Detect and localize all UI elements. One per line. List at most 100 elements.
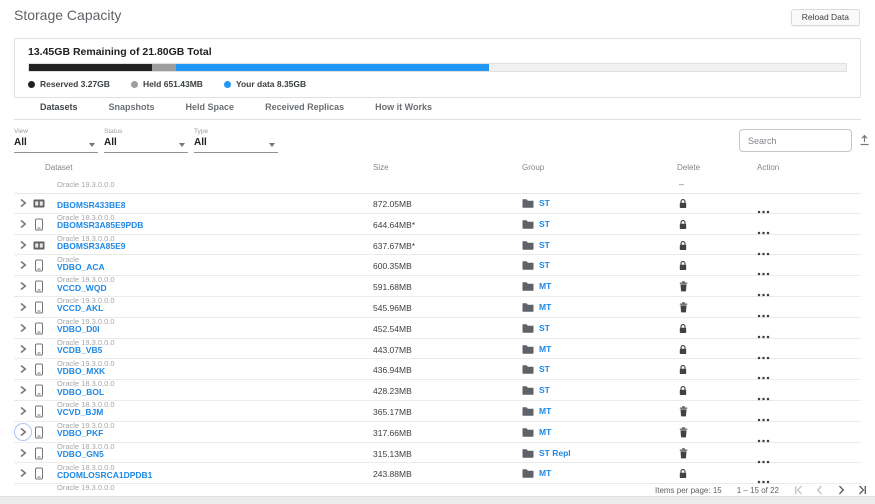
lock-icon (678, 198, 688, 209)
delete-button[interactable] (677, 364, 689, 375)
tab[interactable]: Snapshots (109, 96, 155, 119)
group-link[interactable]: MT (539, 281, 551, 291)
expand-row-button[interactable] (15, 403, 31, 419)
expand-row-button[interactable] (15, 465, 31, 481)
dataset-link[interactable]: VDBO_ACA (57, 262, 105, 272)
delete-button[interactable] (677, 302, 689, 313)
search-input[interactable] (740, 130, 851, 151)
pager-button[interactable] (836, 485, 846, 495)
chevron-right-icon (19, 427, 27, 437)
dataset-link[interactable]: DBOMSR433BE8 (57, 200, 126, 210)
dataset-type-icon (33, 218, 45, 231)
group-link[interactable]: MT (539, 406, 551, 416)
expand-row-button[interactable] (15, 299, 31, 315)
chevron-right-icon (19, 281, 27, 291)
pager-button[interactable] (794, 485, 804, 495)
dataset-link[interactable]: VDBO_GN5 (57, 449, 104, 459)
delete-button[interactable] (677, 468, 689, 479)
delete-button[interactable] (677, 240, 689, 251)
delete-button[interactable] (677, 260, 689, 271)
delete-button[interactable] (677, 198, 689, 209)
legend-label: Held 651.43MB (143, 79, 203, 89)
dataset-link[interactable]: VDBO_PKF (57, 428, 103, 438)
expand-row-button[interactable] (15, 361, 31, 377)
pager-button[interactable] (857, 485, 867, 495)
expand-row-button[interactable] (15, 341, 31, 357)
group-cell: MT (522, 468, 551, 478)
expand-row-button[interactable] (15, 445, 31, 461)
chevron-right-icon (19, 219, 27, 229)
column-header-size: Size (373, 163, 389, 172)
group-cell: MT (522, 302, 551, 312)
group-link[interactable]: ST (539, 323, 550, 333)
dataset-type-icon (33, 197, 45, 210)
tab[interactable]: How it Works (375, 96, 432, 119)
filter-select[interactable]: View All (14, 128, 98, 153)
upload-icon[interactable] (858, 134, 871, 147)
expand-row-button[interactable] (15, 424, 31, 440)
first-page-icon (794, 485, 804, 495)
delete-button[interactable] (677, 344, 689, 355)
group-link[interactable]: MT (539, 302, 551, 312)
dataset-link[interactable]: CDOMLOSRCA1DPDB1 (57, 470, 152, 480)
size-value: 365.17MB (373, 407, 412, 417)
delete-button[interactable] (677, 219, 689, 230)
dataset-link[interactable]: VDBO_D0I (57, 324, 100, 334)
delete-button[interactable] (677, 281, 689, 292)
delete-button[interactable] (677, 323, 689, 334)
delete-button[interactable] (677, 406, 689, 417)
filter-select[interactable]: Status All (104, 128, 188, 153)
folder-icon (522, 448, 534, 458)
chevron-right-icon (19, 385, 27, 395)
lock-icon (678, 385, 688, 396)
dataset-link[interactable]: VDBO_BOL (57, 387, 104, 397)
expand-row-button[interactable] (15, 237, 31, 253)
items-per-page-label: Items per page: (655, 486, 711, 495)
tab[interactable]: Received Replicas (265, 96, 344, 119)
dataset-link[interactable]: VCCD_AKL (57, 303, 103, 313)
dataset-link[interactable]: DBOMSR3A85E9PDB (57, 220, 143, 230)
group-link[interactable]: ST (539, 219, 550, 229)
items-per-page-value[interactable]: 15 (713, 486, 722, 495)
expand-row-button[interactable] (15, 216, 31, 232)
tab[interactable]: Datasets (40, 96, 78, 119)
dataset-link[interactable]: VCVD_BJM (57, 407, 103, 417)
dataset-link[interactable]: VCDB_VB5 (57, 345, 102, 355)
chevron-right-icon (19, 364, 27, 374)
group-link[interactable]: ST (539, 198, 550, 208)
items-per-page: Items per page: 15 (655, 486, 722, 495)
expand-row-button[interactable] (15, 382, 31, 398)
group-link[interactable]: MT (539, 344, 551, 354)
delete-button[interactable] (677, 385, 689, 396)
dataset-link[interactable]: VDBO_MXK (57, 366, 105, 376)
expand-row-button[interactable] (15, 195, 31, 211)
capacity-card: 13.45GB Remaining of 21.80GB Total Reser… (14, 38, 861, 98)
filter-select[interactable]: Type All (194, 128, 278, 153)
expand-row-button[interactable] (15, 257, 31, 273)
delete-button[interactable] (677, 427, 689, 438)
group-link[interactable]: MT (539, 427, 551, 437)
vdb-icon (33, 259, 45, 272)
table-row: DBOMSR3A85E9 Oracle 637.67MB* ST (14, 235, 861, 256)
dataset-link[interactable]: DBOMSR3A85E9 (57, 241, 126, 251)
pager-button[interactable] (815, 485, 825, 495)
expand-row-button[interactable] (15, 278, 31, 294)
reload-data-button[interactable]: Reload Data (791, 9, 860, 26)
vdb-icon (33, 363, 45, 376)
tab[interactable]: Held Space (186, 96, 235, 119)
group-link[interactable]: ST (539, 364, 550, 374)
group-link[interactable]: ST (539, 260, 550, 270)
group-link[interactable]: ST (539, 385, 550, 395)
capacity-bar-segment (176, 64, 489, 71)
legend-item: Held 651.43MB (131, 79, 203, 89)
group-link[interactable]: ST (539, 240, 550, 250)
delete-button[interactable] (677, 448, 689, 459)
dataset-link[interactable]: VCCD_WQD (57, 283, 107, 293)
group-link[interactable]: MT (539, 468, 551, 478)
group-link[interactable]: ST Repl (539, 448, 571, 458)
expand-row-button[interactable] (15, 320, 31, 336)
vdb-icon (33, 301, 45, 314)
folder-icon (522, 427, 534, 437)
search-box (739, 129, 852, 152)
chevron-down-icon (179, 143, 185, 147)
